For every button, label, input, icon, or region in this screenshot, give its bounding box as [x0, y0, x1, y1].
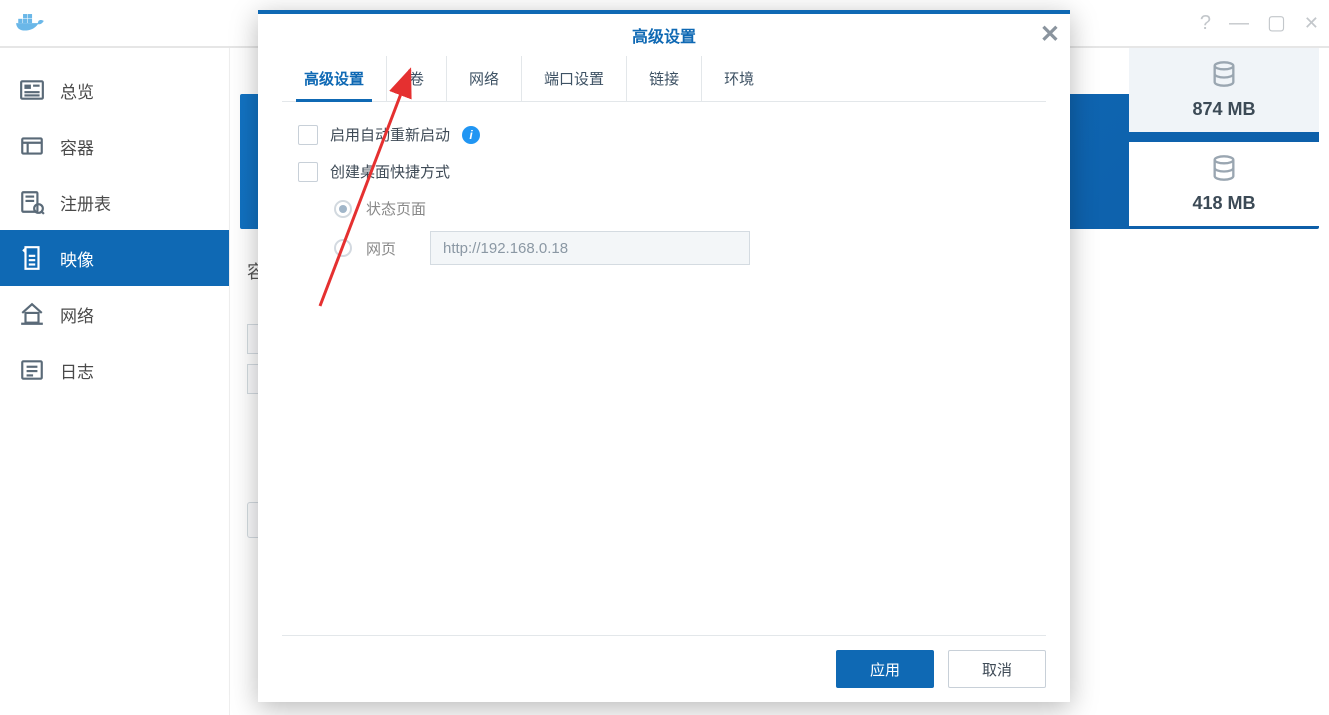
info-card-value: 418 MB [1192, 193, 1255, 214]
database-icon [1210, 154, 1238, 193]
advanced-settings-dialog: 高级设置 ✕ 高级设置 卷 网络 端口设置 链接 环境 启用自动重新启动 i 创… [258, 10, 1070, 702]
dialog-close-icon[interactable]: ✕ [1040, 20, 1060, 49]
radio-webpage[interactable] [334, 239, 352, 257]
sidebar-item-log[interactable]: 日志 [0, 342, 229, 398]
window-close-icon[interactable]: ✕ [1304, 14, 1319, 32]
auto-restart-row: 启用自动重新启动 i [298, 124, 1030, 145]
help-icon[interactable]: ? [1200, 13, 1211, 33]
info-card-value: 874 MB [1192, 99, 1255, 120]
network-icon [18, 300, 46, 328]
info-card-2: 418 MB [1129, 142, 1319, 226]
shortcut-row: 创建桌面快捷方式 [298, 161, 1030, 182]
dialog-body: 启用自动重新启动 i 创建桌面快捷方式 状态页面 网页 [258, 102, 1070, 635]
radio-webpage-label: 网页 [366, 238, 416, 259]
auto-restart-label: 启用自动重新启动 [330, 124, 450, 145]
info-icon[interactable]: i [462, 126, 480, 144]
image-icon [18, 244, 46, 272]
window-controls: ? — ▢ ✕ [1200, 13, 1319, 33]
container-icon [18, 132, 46, 160]
cancel-button[interactable]: 取消 [948, 650, 1046, 688]
dialog-header: 高级设置 ✕ [258, 14, 1070, 56]
tab-link[interactable]: 链接 [627, 56, 702, 101]
sidebar-item-label: 网络 [60, 302, 94, 327]
radio-status-page-label: 状态页面 [366, 198, 426, 219]
tab-env[interactable]: 环境 [702, 56, 776, 101]
right-info-column: 874 MB 418 MB [1129, 48, 1319, 226]
sidebar-item-label: 日志 [60, 358, 94, 383]
tab-advanced[interactable]: 高级设置 [282, 56, 387, 101]
database-icon [1210, 60, 1238, 99]
sidebar-item-label: 总览 [60, 78, 94, 103]
shortcut-label: 创建桌面快捷方式 [330, 161, 450, 182]
docker-app-icon [14, 5, 48, 42]
radio-status-page[interactable] [334, 200, 352, 218]
sidebar-item-label: 容器 [60, 134, 94, 159]
apply-button[interactable]: 应用 [836, 650, 934, 688]
webpage-url-input[interactable] [430, 231, 750, 265]
dialog-title: 高级设置 [632, 23, 696, 47]
shortcut-radio-group: 状态页面 网页 [334, 198, 1030, 265]
sidebar-item-registry[interactable]: 注册表 [0, 174, 229, 230]
sidebar-item-label: 注册表 [60, 190, 111, 215]
sidebar-item-container[interactable]: 容器 [0, 118, 229, 174]
dialog-tabs: 高级设置 卷 网络 端口设置 链接 环境 [282, 56, 1046, 102]
tab-network[interactable]: 网络 [447, 56, 522, 101]
auto-restart-checkbox[interactable] [298, 125, 318, 145]
registry-icon [18, 188, 46, 216]
sidebar: 总览 容器 注册表 映像 网络 日志 [0, 48, 230, 715]
maximize-icon[interactable]: ▢ [1267, 13, 1286, 33]
tab-volume[interactable]: 卷 [387, 56, 447, 101]
minimize-icon[interactable]: — [1229, 13, 1249, 33]
dialog-footer: 应用 取消 [282, 635, 1046, 702]
shortcut-checkbox[interactable] [298, 162, 318, 182]
sidebar-item-network[interactable]: 网络 [0, 286, 229, 342]
radio-status-page-row: 状态页面 [334, 198, 1030, 219]
overview-icon [18, 76, 46, 104]
info-card-1: 874 MB [1129, 48, 1319, 132]
sidebar-item-label: 映像 [60, 246, 94, 271]
tab-port[interactable]: 端口设置 [522, 56, 627, 101]
log-icon [18, 356, 46, 384]
radio-webpage-row: 网页 [334, 231, 1030, 265]
sidebar-item-image[interactable]: 映像 [0, 230, 229, 286]
sidebar-item-overview[interactable]: 总览 [0, 62, 229, 118]
